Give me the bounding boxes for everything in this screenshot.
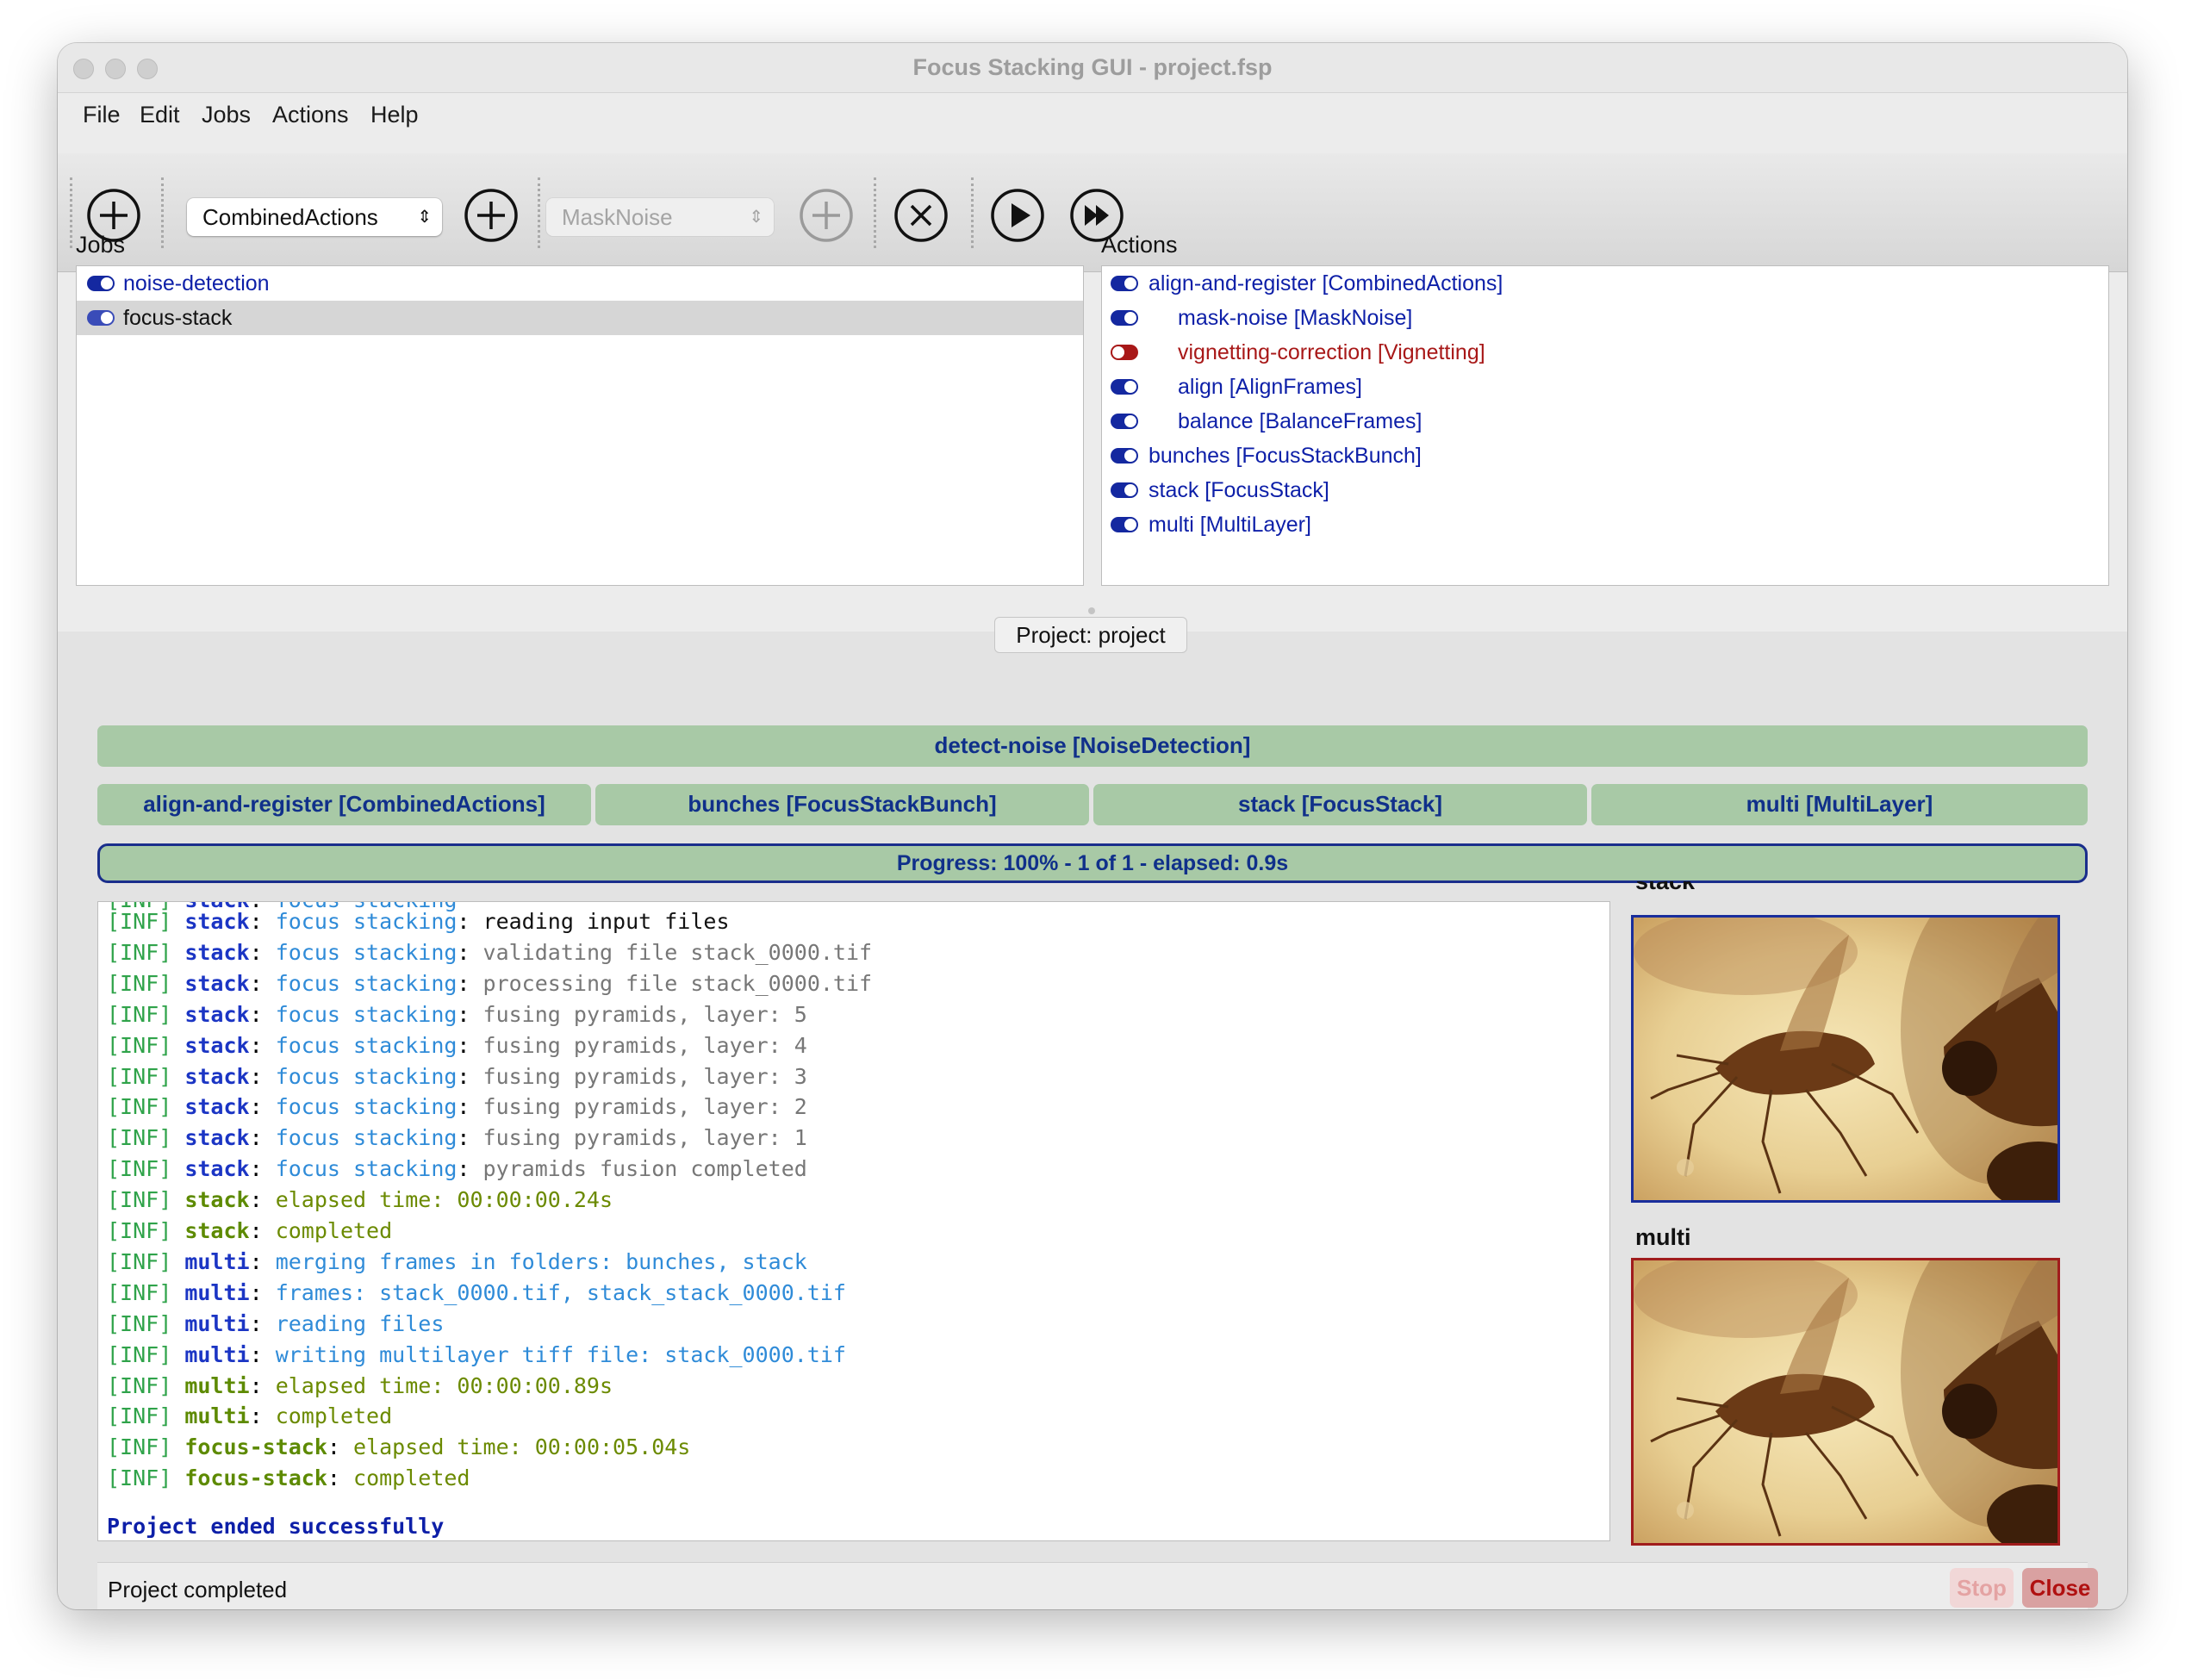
plus-circle-icon[interactable] — [799, 188, 854, 243]
menu-actions[interactable]: Actions — [272, 93, 349, 136]
log-line: [INF] multi: merging frames in folders: … — [107, 1248, 807, 1274]
action-item[interactable]: balance [BalanceFrames] — [1102, 404, 2108, 439]
action-item[interactable]: multi [MultiLayer] — [1102, 507, 2108, 542]
jobs-label: Jobs — [76, 232, 126, 258]
action-label: vignetting-correction [Vignetting] — [1178, 340, 1485, 364]
chevron-updown-icon: ⇕ — [749, 208, 763, 227]
thumbnail-label-multi: multi — [1635, 1224, 1691, 1250]
log-line: [INF] stack: focus stacking: validating … — [107, 939, 873, 965]
toolbar-separator — [538, 177, 540, 248]
action-label: bunches [FocusStackBunch] — [1149, 444, 1422, 468]
action-bar-align-and-register: align-and-register [CombinedActions] — [97, 784, 591, 825]
job-item[interactable]: focus-stack — [77, 301, 1083, 335]
action-label: balance [BalanceFrames] — [1178, 409, 1422, 433]
progress-bar: Progress: 100% - 1 of 1 - elapsed: 0.9s — [97, 843, 2088, 883]
job-label: focus-stack — [123, 306, 233, 330]
tab-project[interactable]: Project: project — [994, 617, 1187, 653]
log-line: [INF] stack: focus stacking: fusing pyra… — [107, 1094, 807, 1120]
action-item[interactable]: bunches [FocusStackBunch] — [1102, 439, 2108, 473]
toolbar-separator — [874, 177, 876, 248]
enabled-toggle-icon[interactable] — [1111, 414, 1138, 429]
action-bar-stack: stack [FocusStack] — [1093, 784, 1587, 825]
action-label: mask-noise [MaskNoise] — [1178, 306, 1413, 330]
splitter-handle[interactable] — [1088, 607, 1095, 614]
subaction-type-select[interactable]: MaskNoise ⇕ — [546, 198, 774, 236]
menu-file[interactable]: File — [83, 93, 121, 136]
log-line: [INF] multi: writing multilayer tiff fil… — [107, 1341, 846, 1367]
job-label: noise-detection — [123, 271, 270, 296]
job-item[interactable]: noise-detection — [77, 266, 1083, 301]
log-line: [INF] stack: focus stacking: fusing pyra… — [107, 1063, 807, 1089]
window-title: Focus Stacking GUI - project.fsp — [912, 54, 1273, 80]
menu-edit[interactable]: Edit — [140, 93, 180, 136]
log-line: [INF] focus-stack: completed — [107, 1465, 470, 1491]
action-bar-bunches: bunches [FocusStackBunch] — [595, 784, 1089, 825]
log-line: [INF] stack: focus stacking: processing … — [107, 970, 873, 996]
toolbar-separator — [971, 177, 974, 248]
enabled-toggle-icon[interactable] — [87, 276, 115, 291]
title-bar: Focus Stacking GUI - project.fsp — [58, 43, 2127, 93]
menu-bar: File Edit Jobs Actions Help — [58, 93, 2127, 136]
close-button[interactable]: Close — [2022, 1568, 2098, 1608]
action-item[interactable]: mask-noise [MaskNoise] — [1102, 301, 2108, 335]
action-item[interactable]: stack [FocusStack] — [1102, 473, 2108, 507]
log-line: [INF] stack: focus stacking: fusing pyra… — [107, 1125, 807, 1151]
toolbar-separator — [161, 177, 164, 248]
log-output[interactable]: [INF] stack: focus stacking [INF] stack:… — [97, 901, 1610, 1541]
action-type-value: CombinedActions — [202, 204, 378, 230]
action-bar-multi: multi [MultiLayer] — [1591, 784, 2088, 825]
action-label: align [AlignFrames] — [1178, 375, 1362, 399]
log-line: [INF] multi: elapsed time: 00:00:00.89s — [107, 1372, 613, 1398]
disabled-toggle-icon[interactable] — [1111, 345, 1138, 360]
action-label: multi [MultiLayer] — [1149, 513, 1311, 537]
plus-circle-icon[interactable] — [464, 188, 519, 243]
amber-insects-image — [1634, 918, 2057, 1200]
jobs-list[interactable]: noise-detection focus-stack — [76, 265, 1084, 586]
log-line: [INF] stack: focus stacking: fusing pyra… — [107, 1032, 807, 1058]
status-bar: Project completed Stop Close — [97, 1562, 2098, 1609]
x-circle-icon[interactable] — [893, 188, 949, 243]
menu-help[interactable]: Help — [370, 93, 419, 136]
action-type-select[interactable]: CombinedActions ⇕ — [187, 198, 442, 236]
log-line: [INF] stack: focus stacking: reading inp… — [107, 909, 730, 934]
enabled-toggle-icon[interactable] — [1111, 517, 1138, 532]
action-item[interactable]: vignetting-correction [Vignetting] — [1102, 335, 2108, 370]
actions-label: Actions — [1101, 232, 1178, 258]
enabled-toggle-icon[interactable] — [1111, 310, 1138, 326]
actions-list[interactable]: align-and-register [CombinedActions] mas… — [1101, 265, 2109, 586]
action-label: align-and-register [CombinedActions] — [1149, 271, 1503, 296]
stop-button[interactable]: Stop — [1950, 1568, 2014, 1608]
log-line: [INF] focus-stack: elapsed time: 00:00:0… — [107, 1434, 691, 1460]
enabled-toggle-icon[interactable] — [1111, 448, 1138, 464]
enabled-toggle-icon[interactable] — [87, 310, 115, 326]
log-line: [INF] stack: focus stacking: pyramids fu… — [107, 1156, 807, 1182]
action-item[interactable]: align-and-register [CombinedActions] — [1102, 266, 2108, 301]
log-final-line: Project ended successfully — [107, 1514, 445, 1539]
log-line: [INF] multi: completed — [107, 1403, 393, 1429]
log-line: [INF] multi: reading files — [107, 1310, 445, 1336]
action-item[interactable]: align [AlignFrames] — [1102, 370, 2108, 404]
status-text: Project completed — [108, 1577, 288, 1602]
log-line: [INF] stack: elapsed time: 00:00:00.24s — [107, 1187, 613, 1213]
log-line: [INF] stack: completed — [107, 1218, 393, 1243]
log-line: [INF] stack: focus stacking: fusing pyra… — [107, 1001, 807, 1027]
chevron-updown-icon: ⇕ — [417, 208, 432, 227]
enabled-toggle-icon[interactable] — [1111, 276, 1138, 291]
menu-jobs[interactable]: Jobs — [202, 93, 251, 136]
thumbnail-label-stack: stack — [1635, 881, 1695, 893]
play-circle-icon[interactable] — [990, 188, 1045, 243]
thumbnail-stack[interactable] — [1631, 915, 2060, 1203]
subaction-type-value: MaskNoise — [562, 204, 673, 230]
toolbar-separator — [70, 177, 72, 248]
log-line: [INF] multi: frames: stack_0000.tif, sta… — [107, 1279, 846, 1305]
action-label: stack [FocusStack] — [1149, 478, 1329, 502]
enabled-toggle-icon[interactable] — [1111, 482, 1138, 498]
enabled-toggle-icon[interactable] — [1111, 379, 1138, 395]
job-bar-detect-noise: detect-noise [NoiseDetection] — [97, 725, 2088, 767]
amber-insects-image — [1634, 1260, 2057, 1543]
toolbar: CombinedActions ⇕ MaskNoise ⇕ — [58, 153, 2127, 272]
app-window: Focus Stacking GUI - project.fsp File Ed… — [58, 43, 2127, 1609]
thumbnail-multi[interactable] — [1631, 1258, 2060, 1546]
project-run-panel: Project: project detect-noise [NoiseDete… — [58, 617, 2127, 1609]
